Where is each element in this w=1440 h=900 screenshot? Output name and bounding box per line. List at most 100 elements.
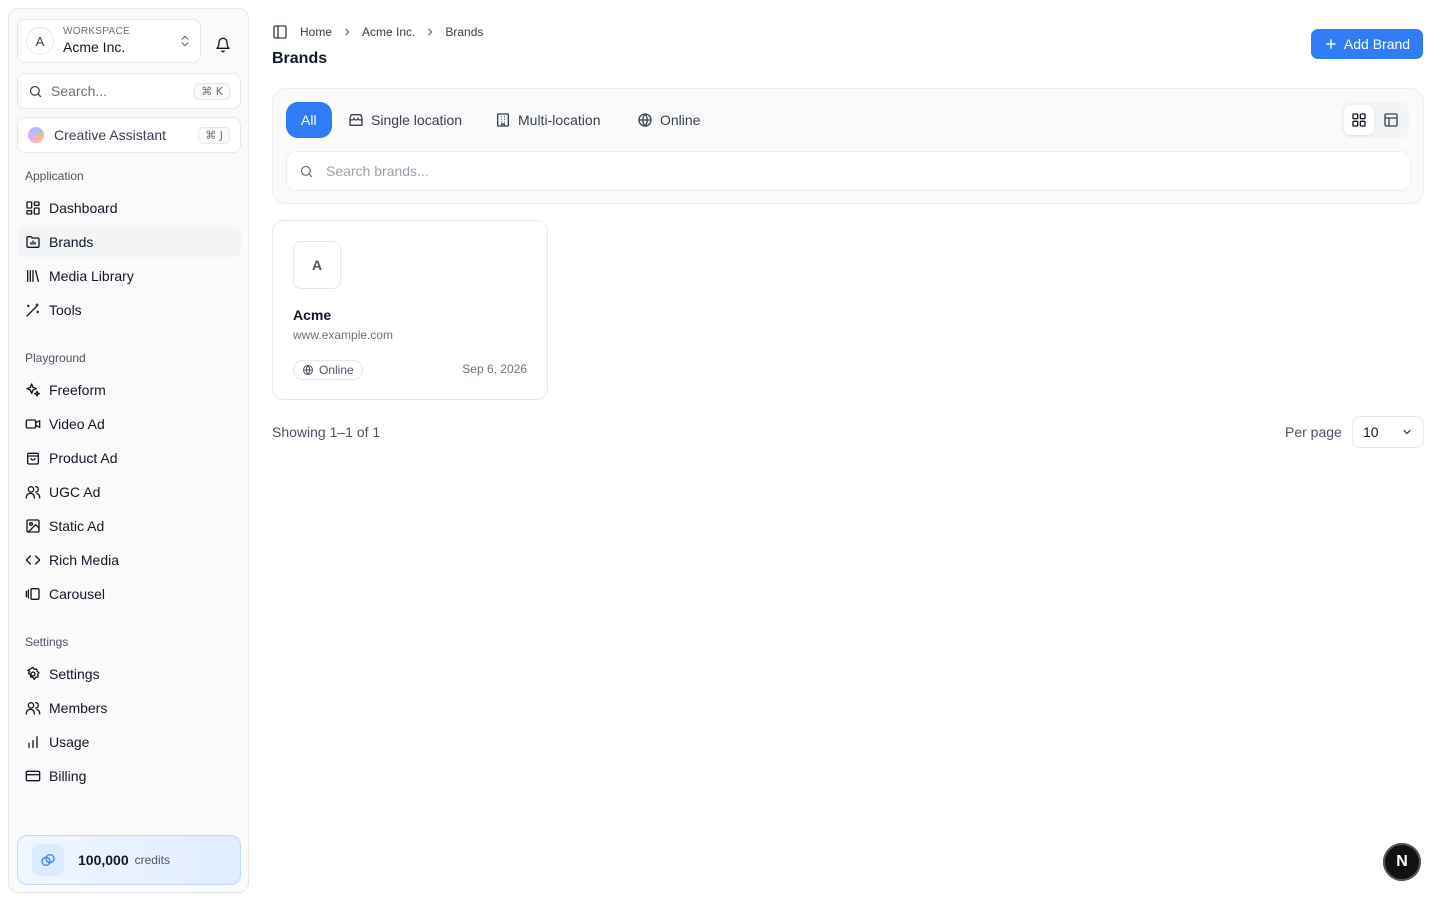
brand-date: Sep 6, 2026 xyxy=(462,362,527,376)
grid-view-button[interactable] xyxy=(1344,105,1374,135)
credits-amount: 100,000 xyxy=(78,852,129,868)
brand-search-input[interactable]: Search brands... xyxy=(286,151,1411,191)
filters-panel: All Single location Multi-location Onlin… xyxy=(272,88,1424,204)
globe-icon xyxy=(302,364,314,376)
tab-label: Online xyxy=(660,112,701,128)
search-shortcut: ⌘ K xyxy=(194,82,230,100)
workspace-name: Acme Inc. xyxy=(63,39,126,55)
chevrons-up-down-icon xyxy=(178,34,192,48)
tab-all[interactable]: All xyxy=(286,102,332,138)
sidebar-item-label: Carousel xyxy=(49,586,106,602)
chevron-down-icon xyxy=(1401,426,1413,438)
breadcrumb-home[interactable]: Home xyxy=(300,25,332,39)
sidebar-search-input[interactable]: Search... ⌘ K xyxy=(17,73,241,109)
tab-label: All xyxy=(301,112,317,128)
table-view-button[interactable] xyxy=(1376,105,1406,135)
section-settings: Settings xyxy=(25,635,69,649)
per-page-label: Per page xyxy=(1285,424,1342,440)
building-icon xyxy=(495,112,511,128)
floating-n-badge[interactable]: N xyxy=(1383,843,1421,881)
breadcrumb: Home Acme Inc. Brands xyxy=(272,22,483,42)
sidebar-item-billing[interactable]: Billing xyxy=(17,761,241,791)
per-page-value: 10 xyxy=(1363,424,1379,440)
library-icon xyxy=(25,268,41,284)
video-icon xyxy=(25,416,41,432)
section-application: Application xyxy=(25,169,84,183)
pagination-summary: Showing 1–1 of 1 xyxy=(272,424,381,440)
sidebar-item-label: Billing xyxy=(49,768,87,784)
tab-multi-location[interactable]: Multi-location xyxy=(495,102,600,138)
assistant-label: Creative Assistant xyxy=(54,127,167,143)
sidebar-item-ugc-ad[interactable]: UGC Ad xyxy=(17,477,241,507)
sidebar-item-label: Rich Media xyxy=(49,552,120,568)
assistant-shortcut: ⌘ J xyxy=(198,126,230,144)
sidebar-item-freeform[interactable]: Freeform xyxy=(17,375,241,405)
sidebar-item-label: Brands xyxy=(49,234,94,250)
credits-card[interactable]: 100,000 credits xyxy=(17,835,241,885)
workspace-label: WORKSPACE xyxy=(63,26,130,37)
brand-type-label: Online xyxy=(319,363,354,377)
creative-assistant-button[interactable]: Creative Assistant ⌘ J xyxy=(17,117,241,153)
sidebar-item-label: Freeform xyxy=(49,382,106,398)
chevron-right-icon xyxy=(342,27,352,37)
users-icon xyxy=(25,484,41,500)
sidebar-item-video-ad[interactable]: Video Ad xyxy=(17,409,241,439)
view-toggle xyxy=(1341,102,1409,138)
credit-card-icon xyxy=(25,768,41,784)
brand-logo: A xyxy=(293,241,341,289)
sidebar-item-product-ad[interactable]: Product Ad xyxy=(17,443,241,473)
sidebar-item-label: Media Library xyxy=(49,268,134,284)
sidebar-item-label: Video Ad xyxy=(49,416,105,432)
sidebar-item-static-ad[interactable]: Static Ad xyxy=(17,511,241,541)
sidebar-item-dashboard[interactable]: Dashboard xyxy=(17,193,241,223)
sidebar-item-label: Dashboard xyxy=(49,200,118,216)
wand-icon xyxy=(25,302,41,318)
tab-online[interactable]: Online xyxy=(637,102,700,138)
brand-name: Acme xyxy=(293,307,332,323)
code-icon xyxy=(25,552,41,568)
sparkles-icon xyxy=(25,382,41,398)
search-icon xyxy=(299,164,314,179)
per-page-select[interactable]: 10 xyxy=(1352,416,1424,448)
breadcrumb-current: Brands xyxy=(445,25,484,39)
grid-icon xyxy=(1351,112,1367,128)
brand-card[interactable]: A Acme www.example.com Online Sep 6, 202… xyxy=(272,220,548,400)
sidebar-item-settings[interactable]: Settings xyxy=(17,659,241,689)
search-placeholder: Search... xyxy=(51,83,108,99)
brands-icon xyxy=(25,234,41,250)
sidebar-item-tools[interactable]: Tools xyxy=(17,295,241,325)
workspace-switcher[interactable]: A WORKSPACE Acme Inc. xyxy=(17,19,201,63)
brand-url: www.example.com xyxy=(293,328,394,342)
sidebar-item-brands[interactable]: Brands xyxy=(17,227,241,257)
users-icon xyxy=(25,700,41,716)
tab-single-location[interactable]: Single location xyxy=(348,102,462,138)
sidebar-item-carousel[interactable]: Carousel xyxy=(17,579,241,609)
coins-icon xyxy=(32,844,64,876)
page-title: Brands xyxy=(272,50,328,67)
sidebar-item-members[interactable]: Members xyxy=(17,693,241,723)
sidebar-item-usage[interactable]: Usage xyxy=(17,727,241,757)
sidebar-item-label: Settings xyxy=(49,666,100,682)
carousel-icon xyxy=(25,586,41,602)
search-icon xyxy=(28,84,43,99)
sidebar-toggle-icon[interactable] xyxy=(272,24,288,40)
store-icon xyxy=(348,112,364,128)
sidebar-item-label: Members xyxy=(49,700,108,716)
brand-type-badge: Online xyxy=(293,360,363,380)
gear-icon xyxy=(25,666,41,682)
chevron-right-icon xyxy=(425,27,435,37)
add-brand-button[interactable]: Add Brand xyxy=(1311,29,1423,59)
sidebar-item-media-library[interactable]: Media Library xyxy=(17,261,241,291)
assistant-orb-icon xyxy=(28,127,44,143)
bell-icon[interactable] xyxy=(209,31,237,59)
sidebar-item-rich-media[interactable]: Rich Media xyxy=(17,545,241,575)
tab-label: Single location xyxy=(371,112,463,128)
shopping-bag-icon xyxy=(25,450,41,466)
add-brand-label: Add Brand xyxy=(1343,36,1411,52)
sidebar: A WORKSPACE Acme Inc. Search... ⌘ K Crea… xyxy=(8,8,249,893)
dashboard-icon xyxy=(25,200,41,216)
tab-label: Multi-location xyxy=(518,112,601,128)
sidebar-item-label: UGC Ad xyxy=(49,484,101,500)
sidebar-item-label: Product Ad xyxy=(49,450,118,466)
breadcrumb-workspace[interactable]: Acme Inc. xyxy=(362,25,415,39)
